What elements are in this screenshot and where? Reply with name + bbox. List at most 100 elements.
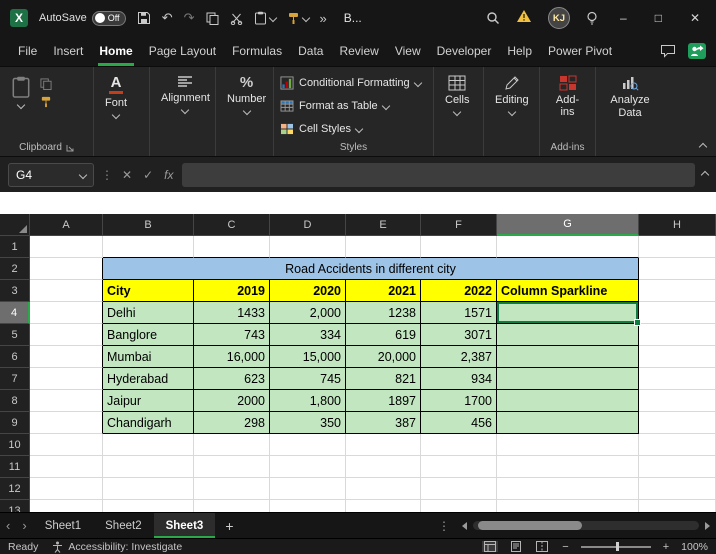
cell[interactable] <box>103 456 194 478</box>
cell-E5[interactable]: 619 <box>346 324 421 346</box>
close-button[interactable]: ✕ <box>684 11 706 25</box>
cell-H7[interactable] <box>639 368 716 390</box>
copy-button[interactable] <box>206 12 219 25</box>
cell[interactable] <box>194 500 270 512</box>
zoom-in-button[interactable]: + <box>661 541 671 553</box>
cell[interactable] <box>346 500 421 512</box>
cell-A1[interactable] <box>30 236 103 258</box>
comments-button[interactable] <box>660 44 676 58</box>
font-settings-button[interactable]: A Font <box>100 74 132 119</box>
avatar[interactable]: KJ <box>548 7 570 29</box>
cell-C6[interactable]: 16,000 <box>194 346 270 368</box>
row-header-13[interactable]: 13 <box>0 500 30 512</box>
addins-button[interactable]: Add-ins <box>546 74 589 119</box>
cell-E8[interactable]: 1897 <box>346 390 421 412</box>
conditional-formatting-button[interactable]: Conditional Formatting <box>280 74 421 93</box>
zoom-out-button[interactable]: − <box>560 541 570 553</box>
cell-E7[interactable]: 821 <box>346 368 421 390</box>
row-header-8[interactable]: 8 <box>0 390 30 412</box>
cell[interactable] <box>639 500 716 512</box>
minimize-button[interactable]: – <box>614 11 633 25</box>
autosave-toggle[interactable]: AutoSave Off <box>39 11 126 26</box>
row-header-10[interactable]: 10 <box>0 434 30 456</box>
cell-F5[interactable]: 3071 <box>421 324 497 346</box>
hscroll-left-button[interactable] <box>462 522 467 530</box>
cell-E1[interactable] <box>346 236 421 258</box>
menu-tab-data[interactable]: Data <box>290 36 331 66</box>
cell[interactable] <box>639 456 716 478</box>
cell-G3[interactable]: Column Sparkline <box>497 280 639 302</box>
cell-A6[interactable] <box>30 346 103 368</box>
cell-A2[interactable] <box>30 258 103 280</box>
cell-E9[interactable]: 387 <box>346 412 421 434</box>
cell[interactable] <box>497 478 639 500</box>
cell[interactable] <box>194 456 270 478</box>
quick-access-overflow-button[interactable]: » <box>320 11 327 26</box>
col-header-A[interactable]: A <box>30 214 103 236</box>
cell-F8[interactable]: 1700 <box>421 390 497 412</box>
cell-F9[interactable]: 456 <box>421 412 497 434</box>
cell-C5[interactable]: 743 <box>194 324 270 346</box>
row-header-3[interactable]: 3 <box>0 280 30 302</box>
row-header-11[interactable]: 11 <box>0 456 30 478</box>
name-box[interactable]: G4 <box>8 163 94 187</box>
horizontal-scrollbar[interactable] <box>473 521 699 530</box>
cell[interactable] <box>30 456 103 478</box>
cell[interactable] <box>497 434 639 456</box>
cell-F4[interactable]: 1571 <box>421 302 497 324</box>
cell-F6[interactable]: 2,387 <box>421 346 497 368</box>
accessibility-status[interactable]: Accessibility: Investigate <box>52 541 182 553</box>
cell-C9[interactable]: 298 <box>194 412 270 434</box>
cell-H9[interactable] <box>639 412 716 434</box>
cell-G7[interactable] <box>497 368 639 390</box>
format-painter-button[interactable] <box>287 12 309 25</box>
cell-E4[interactable]: 1238 <box>346 302 421 324</box>
cell[interactable] <box>30 434 103 456</box>
sheet-nav-left-button[interactable]: ‹ <box>0 518 16 533</box>
cell[interactable] <box>497 456 639 478</box>
cell[interactable] <box>421 456 497 478</box>
cell-D9[interactable]: 350 <box>270 412 346 434</box>
sheet-tab-sheet1[interactable]: Sheet1 <box>33 513 93 538</box>
cell-D4[interactable]: 2,000 <box>270 302 346 324</box>
cell-H1[interactable] <box>639 236 716 258</box>
cell[interactable] <box>270 456 346 478</box>
cells-button[interactable]: Cells <box>440 74 474 116</box>
cell-D1[interactable] <box>270 236 346 258</box>
zoom-level[interactable]: 100% <box>681 541 708 553</box>
more-options-icon[interactable]: ⋮ <box>432 519 456 533</box>
menu-tab-review[interactable]: Review <box>331 36 386 66</box>
cell[interactable] <box>30 478 103 500</box>
cell-C3[interactable]: 2019 <box>194 280 270 302</box>
cell-G9[interactable] <box>497 412 639 434</box>
insert-function-button[interactable]: fx <box>162 168 175 182</box>
cell-H2[interactable] <box>639 258 716 280</box>
cell-F3[interactable]: 2022 <box>421 280 497 302</box>
col-header-E[interactable]: E <box>346 214 421 236</box>
cell[interactable] <box>421 478 497 500</box>
menu-tab-developer[interactable]: Developer <box>429 36 500 66</box>
share-button[interactable] <box>688 43 706 59</box>
row-header-9[interactable]: 9 <box>0 412 30 434</box>
cell-title[interactable]: Road Accidents in different city <box>103 258 639 280</box>
cell[interactable] <box>346 478 421 500</box>
save-button[interactable] <box>137 11 151 25</box>
cell-F7[interactable]: 934 <box>421 368 497 390</box>
number-format-button[interactable]: % Number <box>222 74 271 115</box>
format-as-table-button[interactable]: Format as Table <box>280 97 389 116</box>
cell-G5[interactable] <box>497 324 639 346</box>
cell[interactable] <box>421 500 497 512</box>
page-break-view-button[interactable] <box>534 541 550 552</box>
cell-D6[interactable]: 15,000 <box>270 346 346 368</box>
cell-C4[interactable]: 1433 <box>194 302 270 324</box>
cell-B3[interactable]: City <box>103 280 194 302</box>
page-layout-view-button[interactable] <box>508 541 524 552</box>
cell[interactable] <box>346 434 421 456</box>
menu-tab-insert[interactable]: Insert <box>45 36 91 66</box>
cell-E3[interactable]: 2021 <box>346 280 421 302</box>
maximize-button[interactable]: □ <box>649 11 668 25</box>
collapse-ribbon-button[interactable] <box>700 144 706 150</box>
cell-A3[interactable] <box>30 280 103 302</box>
toggle-switch[interactable]: Off <box>92 11 126 26</box>
cell-B5[interactable]: Banglore <box>103 324 194 346</box>
